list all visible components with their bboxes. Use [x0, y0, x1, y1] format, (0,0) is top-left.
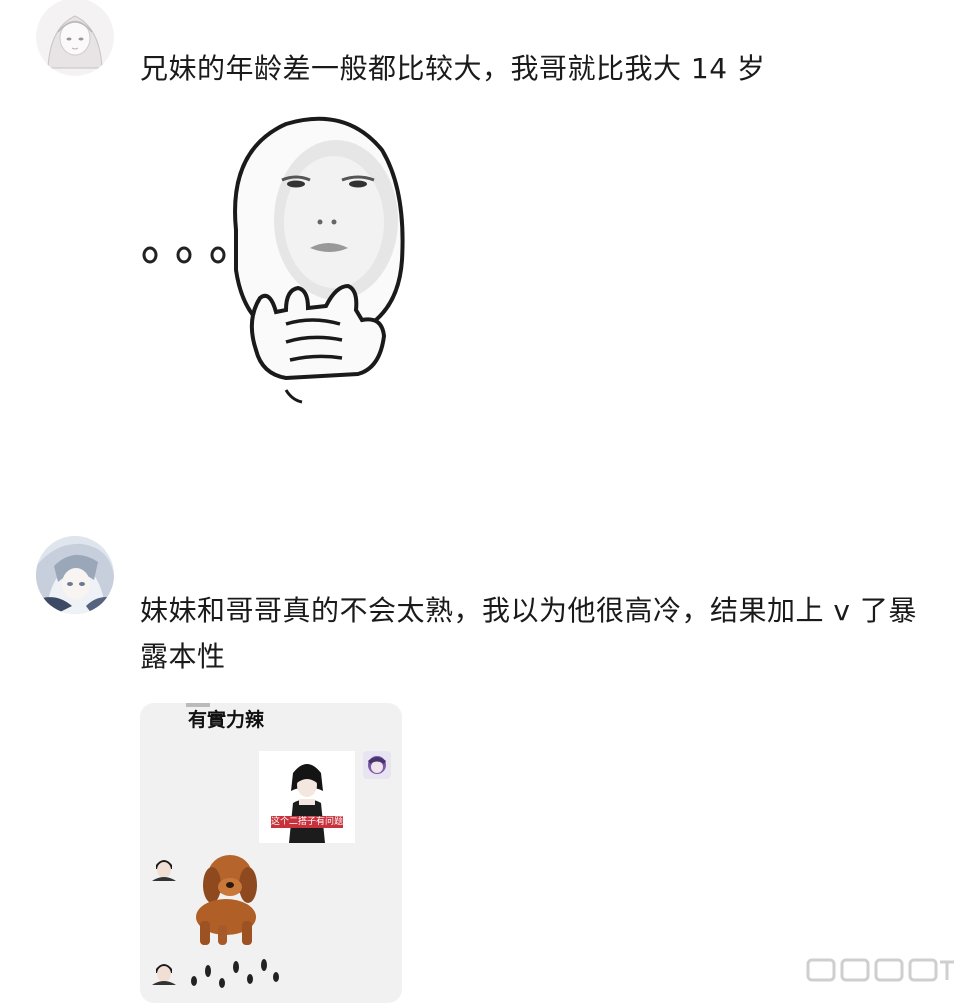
comment-text: 兄妹的年龄差一般都比较大，我哥就比我大 14 岁 — [140, 52, 766, 85]
commenter-avatar[interactable] — [36, 0, 114, 76]
chat-avatar-left-2 — [150, 957, 178, 985]
dog-meme-icon — [196, 855, 257, 945]
chat-image-card: 这个二搭子有问题 — [259, 751, 355, 843]
chat-avatar-left — [150, 853, 178, 881]
thinking-face-meme-icon — [142, 116, 405, 404]
chat-title: 有實力辣 — [188, 709, 265, 731]
dog-meme — [186, 851, 270, 949]
scattered-marks — [184, 953, 284, 993]
chat-screenshot-image[interactable]: 有實力辣 这个二搭子有问题 — [140, 703, 402, 1003]
comment-2: 妹妹和哥哥真的不会太熟，我以为他很高冷，结果加上 v 了暴露本性 有實力辣 这个… — [0, 530, 960, 1003]
comment-1: 兄妹的年龄差一般都比较大，我哥就比我大 14 岁 — [0, 0, 960, 480]
boy-avatar-icon — [150, 957, 178, 985]
thinking-face-sticker[interactable] — [136, 110, 406, 406]
watermark-icon — [806, 958, 954, 982]
comment-text: 妹妹和哥哥真的不会太熟，我以为他很高冷，结果加上 v 了暴露本性 — [140, 594, 917, 673]
commenter-avatar[interactable] — [36, 536, 114, 614]
chat-avatar-right — [363, 751, 391, 779]
anime-girl-avatar-icon — [36, 0, 114, 76]
dark-haired-character-icon — [259, 751, 355, 843]
card-caption: 这个二搭子有问题 — [271, 816, 343, 828]
scattered-marks-icon — [191, 959, 279, 988]
boy-avatar-icon — [150, 853, 178, 881]
purple-character-avatar-icon — [363, 751, 391, 779]
platform-watermark — [804, 954, 956, 984]
anime-character-avatar-icon — [36, 536, 114, 614]
